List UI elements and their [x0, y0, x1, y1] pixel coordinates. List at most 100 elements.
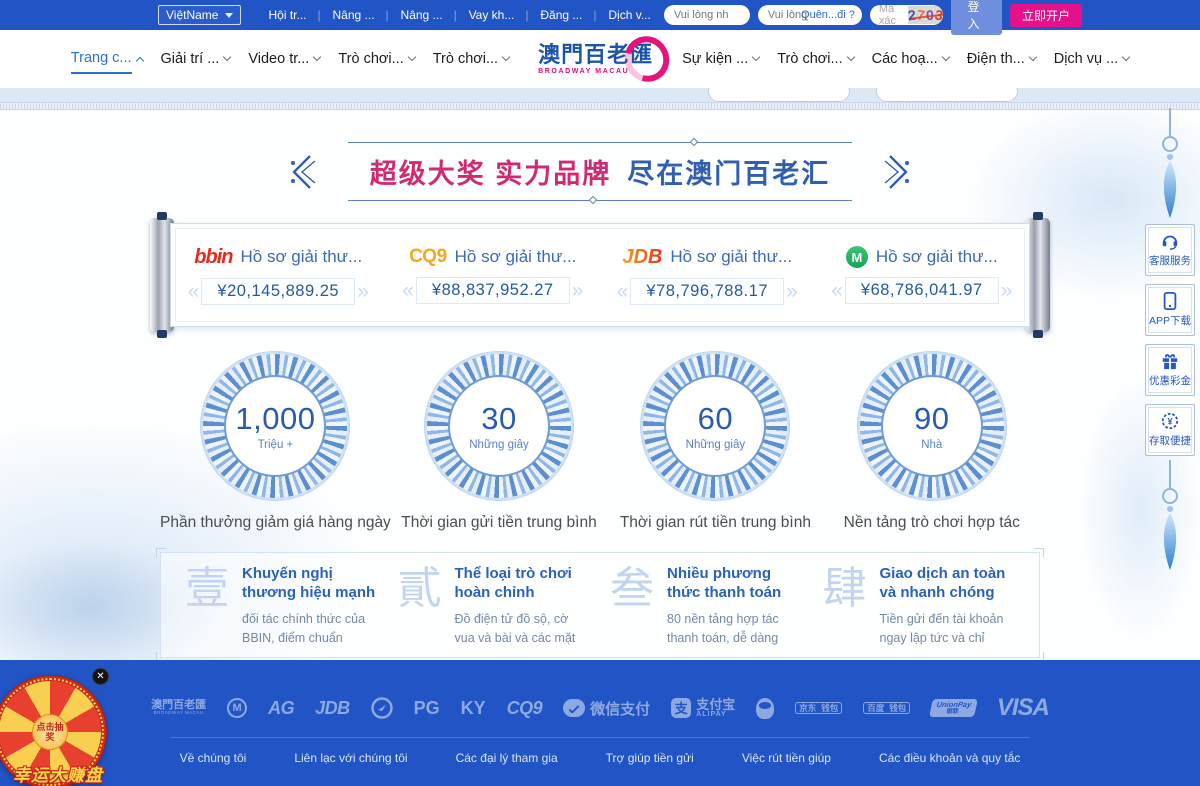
register-button[interactable]: 立即开户: [1010, 4, 1082, 27]
nav-item-events[interactable]: Sự kiện ...: [682, 45, 759, 73]
nav-item-activities[interactable]: Các hoạ...: [872, 45, 949, 73]
flourish-left-icon: [286, 151, 316, 193]
feature-body: đối tác chính thức của BBIN, điểm chuẩn …: [242, 610, 378, 646]
captcha-label: Mã xác: [879, 5, 904, 25]
login-button[interactable]: 登入: [951, 0, 1002, 35]
nav-item-video[interactable]: Video tr...: [248, 45, 320, 73]
nav-item-home[interactable]: Trang c...: [71, 44, 143, 74]
alipay-cn: 支付宝: [696, 698, 735, 712]
jackpot-amount: ¥68,786,041.97: [845, 277, 999, 304]
close-icon[interactable]: ✕: [92, 668, 109, 685]
qq-penguin-icon: [756, 698, 774, 719]
jackpot-amount: ¥78,796,788.17: [630, 278, 784, 305]
stat-unit: Triệu +: [258, 439, 294, 451]
top-menu-item-support[interactable]: Hội tr...: [255, 8, 319, 22]
top-menu-item-register[interactable]: Đăng ...: [527, 8, 595, 22]
site-logo[interactable]: 澳門百老匯 BROADWAY MACAU: [538, 43, 653, 74]
footer-link-contact[interactable]: Liên lạc với chúng tôi: [294, 751, 407, 765]
footer-link-terms[interactable]: Các điều khoản và quy tắc: [879, 751, 1020, 765]
jackpot-scroll: bbin Hồ sơ giải thư... « ¥20,145,889.25 …: [150, 218, 1050, 332]
stats-row: 1,000 Triệu + Phần thưởng giảm giá hàng …: [160, 352, 1040, 532]
stat-value: 1,000: [235, 401, 315, 437]
ornament-left-icon: «: [831, 280, 843, 301]
chevron-down-icon: [225, 13, 233, 18]
rail-app-download[interactable]: APP下载: [1145, 284, 1195, 336]
chevron-down-icon: [313, 53, 321, 61]
chevron-down-icon: [223, 53, 231, 61]
chevron-down-icon: [1028, 53, 1036, 61]
nav-label: Trò chơi...: [777, 45, 842, 73]
alipay-icon: 支: [671, 698, 691, 718]
username-input[interactable]: [664, 5, 750, 25]
rail-label: 优惠彩金: [1149, 373, 1191, 388]
footer-link-deposit-help[interactable]: Trợ giúp tiền gửi: [606, 751, 694, 765]
stat-withdraw-time: 60 Những giây Thời gian rút tiền trung b…: [607, 352, 823, 532]
mg-footer-logo: M: [227, 698, 247, 718]
cq9-logo: CQ9: [409, 246, 447, 268]
banner-text: 超级大奖 实力品牌 尽在澳门百老汇: [344, 143, 857, 200]
porcelain-ring-icon: 1,000 Triệu +: [201, 352, 349, 500]
rail-deposit[interactable]: ¥ 存取便捷: [1145, 404, 1195, 456]
chevron-down-icon: [407, 53, 415, 61]
pg-footer-logo: PG: [414, 698, 440, 719]
chevron-down-icon: [941, 53, 949, 61]
top-menu-item-loan[interactable]: Vay kh...: [456, 8, 528, 22]
lucky-wheel-promo[interactable]: 点击抽奖 幸运大赚盘 ✕: [0, 668, 116, 786]
footer-link-agents[interactable]: Các đại lý tham gia: [456, 751, 558, 765]
nav-label: Dịch vụ ...: [1054, 45, 1118, 73]
headline-banner: 超级大奖 实力品牌 尽在澳门百老汇: [0, 128, 1200, 215]
wechat-bubble-icon: [563, 699, 585, 717]
top-bar: ViệtName Hội tr... Nâng ... Nâng ... Vay…: [0, 0, 1200, 30]
swoosh-circle-icon: [371, 697, 393, 719]
nav-item-entertainment[interactable]: Giải trí ...: [161, 45, 231, 73]
ornament-right-icon: »: [1001, 280, 1013, 301]
nav-label: Các hoạ...: [872, 45, 938, 73]
stat-caption: Nền tảng trò chơi hợp tác: [844, 514, 1020, 532]
jd-wallet-line1: 京东: [799, 704, 816, 713]
seal-numeral-three-icon: 叁: [610, 565, 654, 645]
feature-body: Tiền gửi đến tài khoản ngay lập tức và c…: [880, 610, 1016, 646]
footer-brand-en: BROADWAY MACAU: [151, 711, 206, 716]
seal-numeral-four-icon: 肆: [823, 565, 867, 645]
page: ViệtName Hội tr... Nâng ... Nâng ... Vay…: [0, 0, 1200, 786]
rail-promotions[interactable]: 优惠彩金: [1145, 344, 1195, 396]
jackpot-amount: ¥20,145,889.25: [201, 278, 355, 305]
feature-body: 80 nền tảng hợp tác thanh toán, dễ dàng …: [667, 610, 803, 646]
jackpot-title: Hồ sơ giải thư...: [876, 247, 998, 267]
logo-brush-circle-icon: [617, 28, 678, 90]
floating-rail: 客服服务 APP下载 优惠彩金 ¥ 存取便捷: [1143, 108, 1197, 572]
unionpay-cn: 银联: [935, 709, 971, 715]
forgot-password-link[interactable]: Quên...đi ?: [801, 9, 855, 21]
phone-icon: [1162, 292, 1178, 310]
top-menu-item-upgrade2[interactable]: Nâng ...: [388, 8, 456, 22]
wheel-spin-button[interactable]: 点击抽奖: [32, 714, 68, 750]
stat-caption: Phần thưởng giảm giá hàng ngày: [160, 514, 391, 532]
footer-link-about[interactable]: Về chúng tôi: [180, 751, 247, 765]
wechatpay-footer-logo: 微信支付: [563, 698, 650, 719]
unionpay-footer-logo: UnionPay 银联: [931, 699, 976, 717]
nav-item-games-1[interactable]: Trò chơi...: [338, 45, 414, 73]
captcha-image[interactable]: 2 7 0 3: [908, 6, 942, 24]
rail-customer-service[interactable]: 客服服务: [1145, 224, 1195, 276]
nav-item-games-2[interactable]: Trò chơi...: [433, 45, 509, 73]
chevron-down-icon: [846, 53, 854, 61]
footer-links: Về chúng tôi Liên lạc với chúng tôi Các …: [0, 751, 1200, 765]
porcelain-ring-icon: 90 Nhà: [858, 352, 1006, 500]
stat-value: 90: [914, 401, 949, 437]
feature-title: Khuyến nghị thương hiệu mạnh: [242, 565, 378, 603]
top-menu: Hội tr... Nâng ... Nâng ... Vay kh... Đă…: [255, 8, 663, 22]
top-menu-item-service[interactable]: Dịch v...: [595, 8, 663, 22]
jackpot-title: Hồ sơ giải thư...: [455, 247, 577, 267]
nav-label: Sự kiện ...: [682, 45, 748, 73]
yen-coin-icon: ¥: [1161, 412, 1179, 430]
nav-item-mobile[interactable]: Điện th...: [967, 45, 1036, 73]
nav-item-services[interactable]: Dịch vụ ...: [1054, 45, 1129, 73]
nav-item-games-3[interactable]: Trò chơi...: [777, 45, 853, 73]
jdb-logo: JDB: [622, 246, 662, 269]
rail-label: APP下载: [1149, 313, 1191, 328]
top-menu-item-upgrade1[interactable]: Nâng ...: [320, 8, 388, 22]
language-select[interactable]: ViệtName: [158, 5, 241, 25]
stat-deposit-time: 30 Những giây Thời gian gửi tiền trung b…: [391, 352, 607, 532]
porcelain-ring-icon: 60 Những giây: [641, 352, 789, 500]
footer-link-withdraw-help[interactable]: Việc rút tiền giúp: [742, 751, 831, 765]
